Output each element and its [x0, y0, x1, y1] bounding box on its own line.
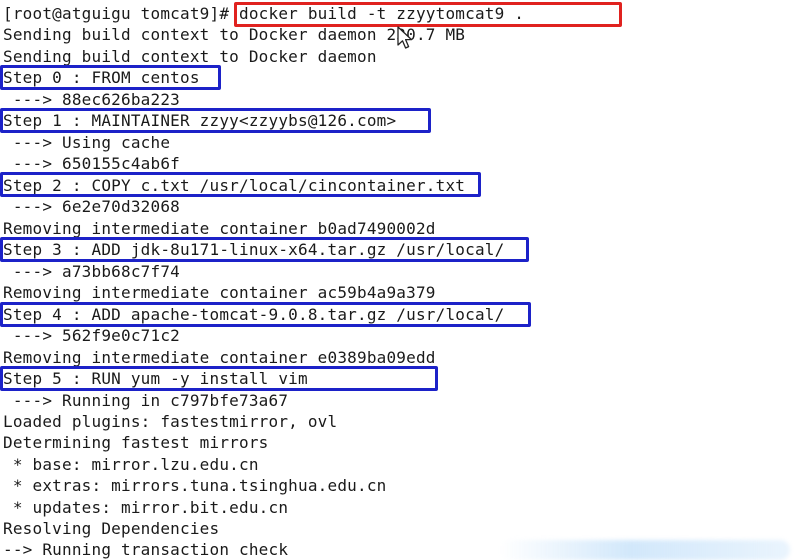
terminal-line: ---> 88ec626ba223 [3, 90, 180, 109]
terminal-line: Loaded plugins: fastestmirror, ovl [3, 412, 338, 431]
terminal-window[interactable]: [root@atguigu tomcat9]# docker build -t … [0, 0, 796, 560]
terminal-line: ---> 6e2e70d32068 [3, 197, 180, 216]
step-2-highlight-box [0, 172, 481, 197]
terminal-line: ---> Running in c797bfe73a67 [3, 391, 289, 410]
step-3-highlight-box [0, 237, 529, 262]
terminal-line: ---> 650155c4ab6f [3, 154, 180, 173]
terminal-line: ---> 562f9e0c71c2 [3, 326, 180, 345]
terminal-line: ---> Using cache [3, 133, 171, 152]
step-4-highlight-box [0, 302, 531, 327]
command-highlight-box [234, 2, 622, 27]
terminal-line: Removing intermediate container b0ad7490… [3, 219, 436, 238]
terminal-line: ---> a73bb68c7f74 [3, 262, 180, 281]
terminal-line: * base: mirror.lzu.edu.cn [3, 455, 259, 474]
terminal-line: Determining fastest mirrors [3, 433, 269, 452]
terminal-line: * extras: mirrors.tuna.tsinghua.edu.cn [3, 476, 387, 495]
terminal-line: Removing intermediate container ac59b4a9… [3, 283, 436, 302]
terminal-line: * updates: mirror.bit.edu.cn [3, 498, 289, 517]
terminal-line: --> Running transaction check [3, 540, 289, 559]
step-5-highlight-box [0, 366, 438, 391]
step-0-highlight-box [0, 65, 221, 90]
step-1-highlight-box [0, 108, 431, 133]
terminal-line: Removing intermediate container e0389ba0… [3, 348, 436, 367]
mouse-pointer-icon [397, 26, 413, 49]
terminal-line: Resolving Dependencies [3, 519, 220, 538]
decorative-glow [500, 540, 790, 560]
terminal-line: Sending build context to Docker daemon [3, 47, 377, 66]
